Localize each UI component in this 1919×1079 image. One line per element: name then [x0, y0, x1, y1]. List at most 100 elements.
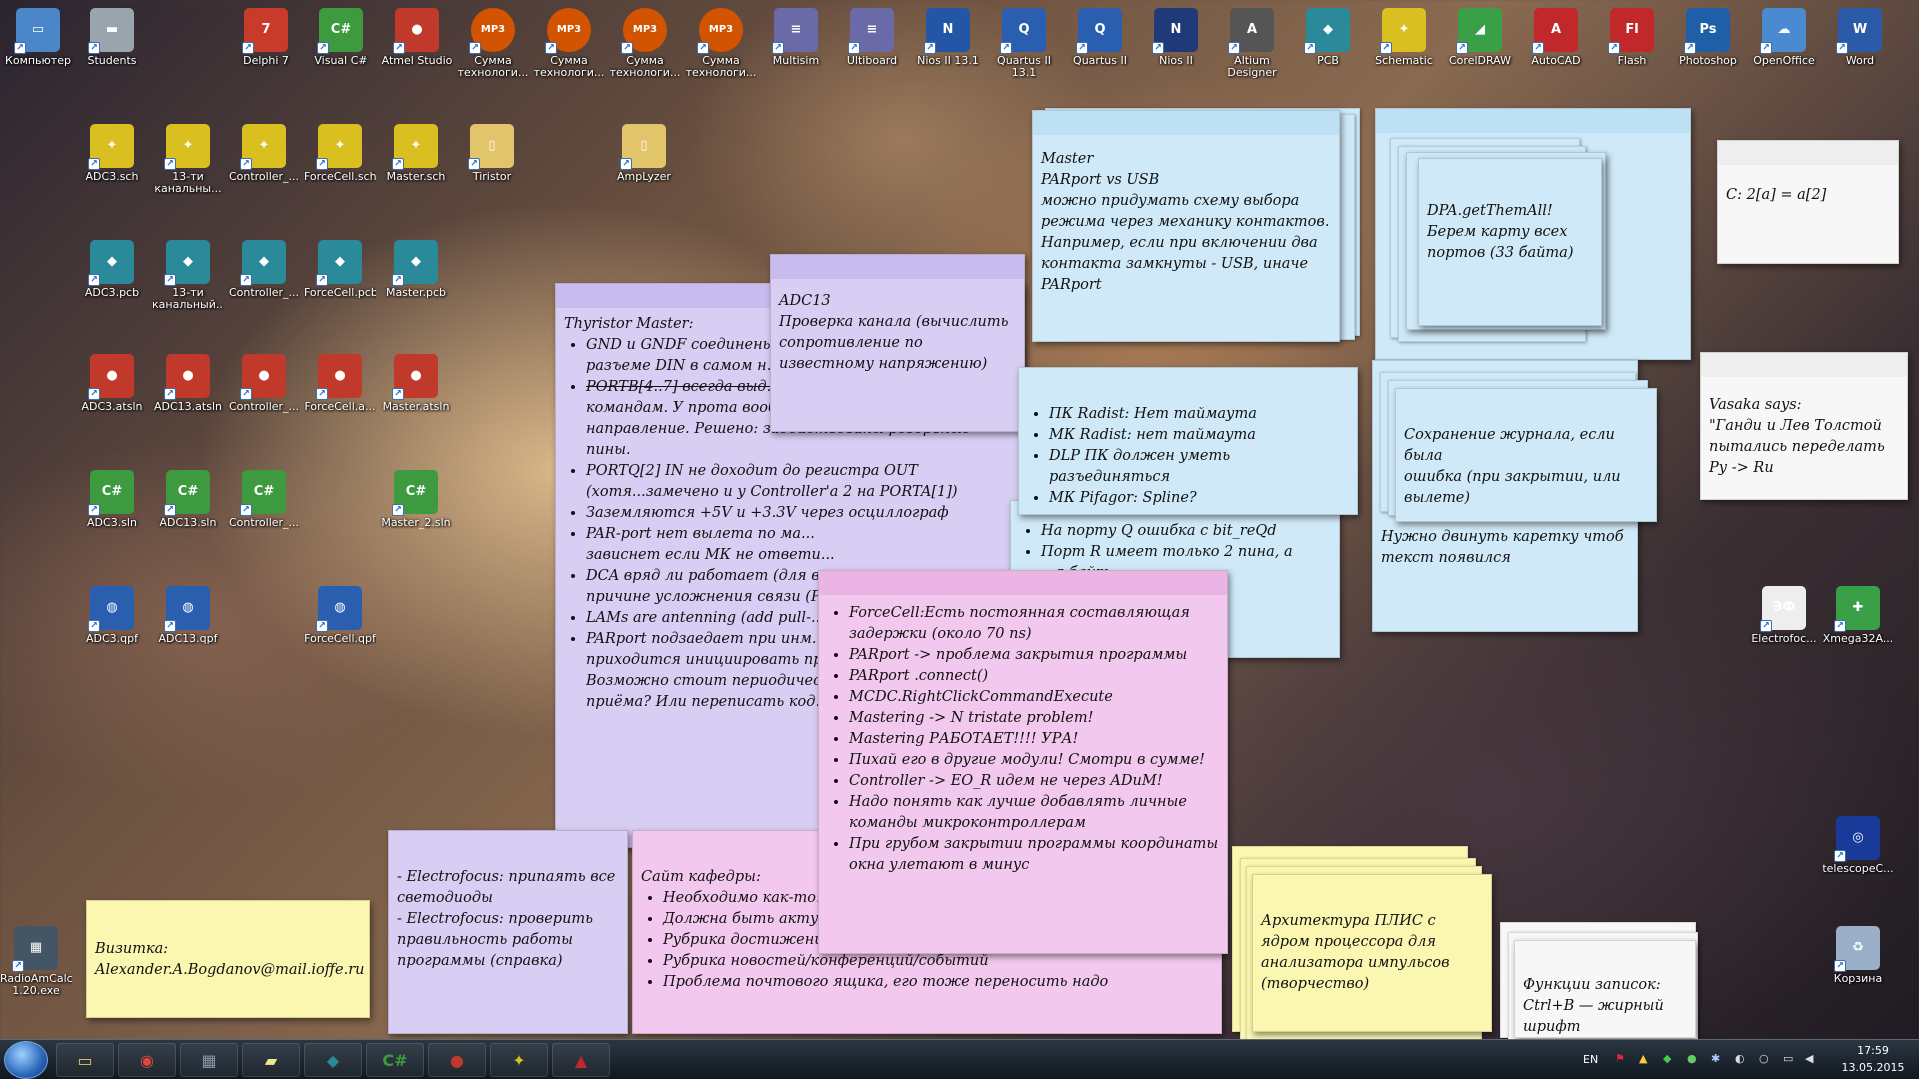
desktop-icon[interactable]: ≡ ↗ Multisim — [760, 8, 832, 67]
desktop-icon[interactable]: ✦ ↗ 13-ти канальны... — [152, 124, 224, 195]
taskbar-button[interactable]: ◉ — [118, 1043, 176, 1077]
desktop-icon[interactable]: ♻ ↗ Корзина — [1822, 926, 1894, 985]
language-indicator[interactable]: EN — [1583, 1053, 1598, 1066]
desktop-icon[interactable]: ◆ ↗ ForceCell.pcb — [304, 240, 376, 299]
desktop-icon[interactable]: W ↗ Word — [1824, 8, 1896, 67]
note-titlebar[interactable] — [1376, 109, 1690, 133]
desktop-icon[interactable]: 7 ↗ Delphi 7 — [230, 8, 302, 67]
desktop-icon[interactable]: C# ↗ Visual C# — [305, 8, 377, 67]
desktop-icon[interactable]: ▭ ↗ Компьютер — [2, 8, 74, 67]
desktop-icon[interactable]: ◆ ↗ Master.pcb — [380, 240, 452, 299]
monitor-icon[interactable]: ▭ — [1783, 1052, 1793, 1065]
note-radist[interactable]: ПК Radist: Нет таймаута МК Radist: нет т… — [1018, 367, 1358, 515]
clock-icon[interactable]: ○ — [1759, 1052, 1769, 1065]
desktop-icon[interactable]: C# ↗ ADC3.sln — [76, 470, 148, 529]
desktop-icon[interactable]: ◍ ↗ ADC3.qpf — [76, 586, 148, 645]
settings-icon[interactable]: ✱ — [1711, 1052, 1720, 1065]
volume-icon[interactable]: ◀ — [1805, 1052, 1813, 1065]
desktop-icon[interactable]: ◆ ↗ Controller_... — [228, 240, 300, 299]
pcb-icon: ◆ ↗ — [392, 240, 438, 286]
note-titlebar[interactable] — [771, 255, 1024, 279]
desktop-icon[interactable]: MP3 ↗ Сумма технологи... — [457, 8, 529, 79]
taskbar-button[interactable]: ✦ — [490, 1043, 548, 1077]
note-vizitka[interactable]: Визитка: Alexander.A.Bogdanov@mail.ioffe… — [86, 900, 370, 1018]
desktop-icon[interactable]: ▯ ↗ AmpLyzer — [608, 124, 680, 183]
note-plis[interactable]: Архитектура ПЛИС с ядром процессора для … — [1252, 874, 1492, 1032]
desktop-icon[interactable]: C# ↗ Master_2.sln — [380, 470, 452, 529]
desktop-icon[interactable]: ◆ ↗ PCB — [1292, 8, 1364, 67]
desktop-icon[interactable]: ☁ ↗ OpenOffice — [1748, 8, 1820, 67]
desktop-icon[interactable]: ◍ ↗ ADC13.qpf — [152, 586, 224, 645]
desktop-icon[interactable]: ● ↗ Controller_... — [228, 354, 300, 413]
note-list-item: МК Radist: нет таймаута — [1049, 425, 1349, 446]
desktop-icon[interactable]: N ↗ Nios II — [1140, 8, 1212, 67]
desktop-icon[interactable]: ● ↗ ADC13.atsln — [152, 354, 224, 413]
tray-app-icon[interactable]: ● — [1687, 1052, 1697, 1065]
taskbar-button[interactable]: C# — [366, 1043, 424, 1077]
note-journal[interactable]: Сохранение журнала, если была ошибка (пр… — [1395, 388, 1657, 522]
note-titlebar[interactable] — [819, 571, 1227, 595]
desktop-icon[interactable]: MP3 ↗ Сумма технологи... — [533, 8, 605, 79]
flag-icon[interactable]: ⚑ — [1615, 1052, 1625, 1065]
clock-time[interactable]: 17:59 — [1833, 1044, 1913, 1057]
desktop-icon[interactable]: C# ↗ ADC13.sln — [152, 470, 224, 529]
desktop-icon[interactable]: A ↗ Altium Designer — [1216, 8, 1288, 79]
taskbar-button[interactable]: ● — [428, 1043, 486, 1077]
desktop-icon[interactable]: ◍ ↗ ForceCell.qpf — [304, 586, 376, 645]
note-list-item: Заземляются +5V и +3.3V через осциллогра… — [586, 503, 1016, 524]
note-titlebar[interactable] — [1718, 141, 1898, 165]
desktop-icon[interactable]: ● ↗ Master.atsln — [380, 354, 452, 413]
desktop-icon[interactable]: ✦ ↗ Controller_... — [228, 124, 300, 183]
note-dpa[interactable]: DPA.getThemAll! Берем карту всех портов … — [1418, 158, 1602, 326]
note-electrofocus[interactable]: - Electrofocus: припаять все светодиоды … — [388, 830, 628, 1034]
desktop-icon[interactable]: Q ↗ Quartus II — [1064, 8, 1136, 67]
taskbar-button[interactable]: ◆ — [304, 1043, 362, 1077]
desktop-icon[interactable]: ✦ ↗ ADC3.sch — [76, 124, 148, 183]
note-master[interactable]: Master PARport vs USB можно придумать сх… — [1032, 110, 1340, 342]
desktop-icon[interactable]: MP3 ↗ Сумма технологи... — [609, 8, 681, 79]
start-button[interactable] — [4, 1041, 48, 1079]
desktop-icon[interactable]: ● ↗ ForceCell.a... — [304, 354, 376, 413]
desktop-icon[interactable]: ✦ ↗ ForceCell.sch — [304, 124, 376, 183]
desktop-icon[interactable]: ✚ ↗ Xmega32A... — [1822, 586, 1894, 645]
note-functions[interactable]: Функции записок: Ctrl+B — жирный шрифт — [1514, 940, 1696, 1038]
desktop-icon[interactable]: ▯ ↗ Tiristor — [456, 124, 528, 183]
desktop-icon[interactable]: ● ↗ Atmel Studio — [381, 8, 453, 67]
taskbar-button[interactable]: ▰ — [242, 1043, 300, 1077]
taskbar-button[interactable]: ▲ — [552, 1043, 610, 1077]
desktop-icon[interactable]: ◢ ↗ CorelDRAW — [1444, 8, 1516, 67]
desktop-icon[interactable]: ✦ ↗ Master.sch — [380, 124, 452, 183]
desktop-icon[interactable]: ▦ ↗ RadioAmCalc 1.20.exe — [0, 926, 72, 997]
shortcut-arrow-icon: ↗ — [1304, 42, 1316, 54]
clock-date[interactable]: 13.05.2015 — [1833, 1061, 1913, 1074]
desktop-icon[interactable]: A ↗ AutoCAD — [1520, 8, 1592, 67]
note-titlebar[interactable] — [1701, 353, 1907, 377]
desktop-icon[interactable]: ◆ ↗ ADC3.pcb — [76, 240, 148, 299]
desktop-icon[interactable]: ◆ ↗ 13-ти канальный... — [152, 240, 224, 311]
shield-icon[interactable]: ◆ — [1663, 1052, 1671, 1065]
desktop-icon[interactable]: ЭФ ↗ Electrofoc... — [1748, 586, 1820, 645]
desktop-icon[interactable]: ● ↗ ADC3.atsln — [76, 354, 148, 413]
desktop-icon[interactable]: ▬ ↗ Students — [76, 8, 148, 67]
network-icon[interactable]: ▲ — [1639, 1052, 1647, 1065]
desktop-icon-label: Altium Designer — [1227, 55, 1277, 79]
desktop-icon[interactable]: C# ↗ Controller_... — [228, 470, 300, 529]
taskbar-button[interactable]: ▭ — [56, 1043, 114, 1077]
note-titlebar[interactable] — [1033, 111, 1339, 135]
note-adc13[interactable]: ADC13 Проверка канала (вычислить сопроти… — [770, 254, 1025, 432]
quartus-project-icon: ◍ ↗ — [164, 586, 210, 632]
tray-app-icon[interactable]: ◐ — [1735, 1052, 1745, 1065]
note-forcecell[interactable]: ForceCell:Есть постоянная составляющая з… — [818, 570, 1228, 954]
desktop-icon[interactable]: MP3 ↗ Сумма технологи... — [685, 8, 757, 79]
desktop-icon[interactable]: Fl ↗ Flash — [1596, 8, 1668, 67]
desktop-icon[interactable]: N ↗ Nios II 13.1 — [912, 8, 984, 67]
desktop-icon[interactable]: ≡ ↗ Ultiboard — [836, 8, 908, 67]
desktop-icon-label: ForceCell.pcb — [304, 287, 376, 299]
note-vasaka[interactable]: Vasaka says: "Ганди и Лев Толстой пытали… — [1700, 352, 1908, 500]
taskbar-button[interactable]: ▦ — [180, 1043, 238, 1077]
desktop-icon[interactable]: Ps ↗ Photoshop — [1672, 8, 1744, 67]
note-c-array[interactable]: C: 2[a] = a[2] — [1717, 140, 1899, 264]
desktop-icon[interactable]: ◎ ↗ telescopeC... — [1822, 816, 1894, 875]
desktop-icon[interactable]: ✦ ↗ Schematic — [1368, 8, 1440, 67]
desktop-icon[interactable]: Q ↗ Quartus II 13.1 — [988, 8, 1060, 79]
